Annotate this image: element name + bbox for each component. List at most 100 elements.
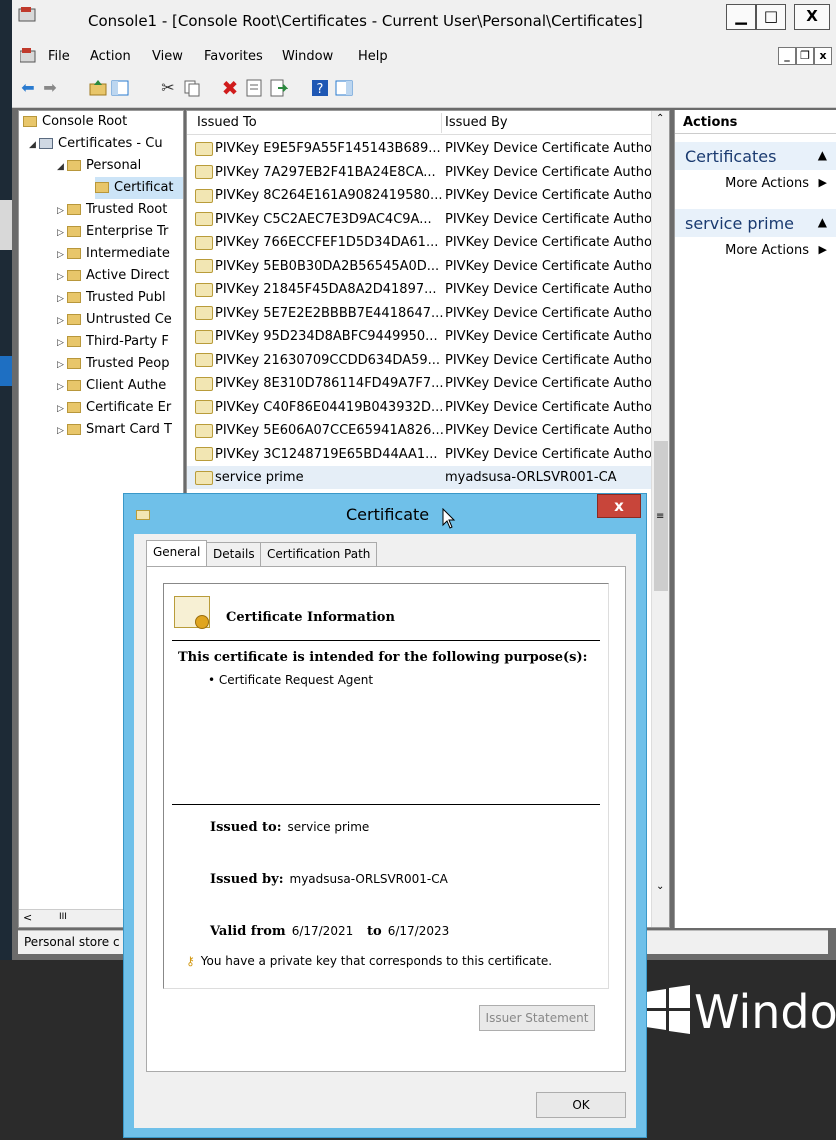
menu-action[interactable]: Action bbox=[90, 49, 131, 64]
list-item[interactable]: PIVKey 7A297EB2F41BA24E8CA... PIVKey Devi… bbox=[187, 161, 653, 184]
list-vertical-scrollbar[interactable]: ⌃ ≡ ⌄ bbox=[651, 111, 669, 927]
more-actions-label: More Actions bbox=[725, 243, 809, 258]
close-button[interactable]: X bbox=[794, 4, 830, 30]
tree-item-certificate-enrollment[interactable]: ▷ Certificate Er bbox=[57, 397, 171, 419]
show-hide-tree-icon[interactable] bbox=[110, 78, 130, 98]
show-action-pane-icon[interactable] bbox=[334, 78, 354, 98]
cut-icon[interactable]: ✂ bbox=[158, 78, 178, 98]
list-item[interactable]: PIVKey 5E606A07CCE65941A826... PIVKey Dev… bbox=[187, 419, 653, 442]
properties-icon[interactable] bbox=[244, 78, 264, 98]
tree-item-console-root[interactable]: Console Root bbox=[23, 111, 127, 133]
copy-icon[interactable] bbox=[182, 78, 202, 98]
collapsed-arrow-icon[interactable]: ▷ bbox=[57, 244, 67, 266]
dialog-close-button[interactable]: x bbox=[597, 494, 641, 518]
help-icon[interactable]: ? bbox=[310, 78, 330, 98]
list-item[interactable]: PIVKey 8C264E161A9082419580... PIVKey Dev… bbox=[187, 184, 653, 207]
tab-details[interactable]: Details bbox=[206, 542, 262, 566]
validity-row: Valid from 6/17/2021 to 6/17/2023 bbox=[210, 924, 449, 939]
tree-item-intermediate[interactable]: ▷ Intermediate bbox=[57, 243, 170, 265]
actions-section-service-prime[interactable]: service prime ▲ bbox=[675, 209, 836, 237]
scroll-thumb-grip[interactable]: III bbox=[59, 912, 67, 922]
more-actions-certificates[interactable]: More Actions ▶ bbox=[675, 172, 836, 196]
tree-item-active-directory[interactable]: ▷ Active Direct bbox=[57, 265, 169, 287]
list-item[interactable]: PIVKey E9E5F9A55F145143B689... PIVKey Dev… bbox=[187, 137, 653, 160]
tree-item-untrusted[interactable]: ▷ Untrusted Ce bbox=[57, 309, 172, 331]
expanded-arrow-icon[interactable]: ◢ bbox=[29, 134, 39, 156]
mdi-minimize-button[interactable]: _ bbox=[778, 47, 796, 65]
list-item[interactable]: PIVKey 21630709CCDD634DA59... PIVKey Devi… bbox=[187, 349, 653, 372]
collapsed-arrow-icon[interactable]: ▷ bbox=[57, 332, 67, 354]
submenu-arrow-icon: ▶ bbox=[818, 243, 827, 256]
tab-general[interactable]: General bbox=[146, 540, 208, 567]
mdi-restore-button[interactable]: ❐ bbox=[796, 47, 814, 65]
tree-item-personal[interactable]: ◢ Personal bbox=[57, 155, 141, 177]
delete-icon[interactable]: ✖ bbox=[220, 78, 240, 98]
list-item[interactable]: PIVKey 5E7E2E2BBBB7E4418647... PIVKey Dev… bbox=[187, 302, 653, 325]
actions-section-title: service prime bbox=[685, 214, 795, 233]
column-issued-to[interactable]: Issued To bbox=[197, 115, 257, 130]
menu-window[interactable]: Window bbox=[282, 49, 333, 64]
tree-item-smart-card[interactable]: ▷ Smart Card T bbox=[57, 419, 172, 441]
collapsed-arrow-icon[interactable]: ▷ bbox=[57, 200, 67, 222]
list-item[interactable]: PIVKey 5EB0B30DA2B56545A0D... PIVKey Devi… bbox=[187, 255, 653, 278]
tab-certification-path[interactable]: Certification Path bbox=[260, 542, 378, 566]
expanded-arrow-icon[interactable]: ◢ bbox=[57, 156, 67, 178]
menu-help[interactable]: Help bbox=[358, 49, 388, 64]
column-separator[interactable] bbox=[441, 113, 442, 133]
tree-item-trusted-root[interactable]: ▷ Trusted Root bbox=[57, 199, 167, 221]
list-item[interactable]: PIVKey 95D234D8ABFC9449950... PIVKey Devi… bbox=[187, 325, 653, 348]
back-arrow-icon[interactable]: ⬅ bbox=[18, 78, 38, 98]
list-item[interactable]: PIVKey 8E310D786114FD49A7F7... PIVKey Dev… bbox=[187, 372, 653, 395]
menu-favorites[interactable]: Favorites bbox=[204, 49, 263, 64]
collapsed-arrow-icon[interactable]: ▷ bbox=[57, 398, 67, 420]
issued-by-value: myadsusa-ORLSVR001-CA bbox=[289, 872, 448, 886]
scroll-down-icon[interactable]: ⌄ bbox=[656, 881, 664, 892]
column-issued-by[interactable]: Issued By bbox=[445, 115, 508, 130]
ok-button[interactable]: OK bbox=[536, 1092, 626, 1118]
tree-item-client-auth[interactable]: ▷ Client Authe bbox=[57, 375, 166, 397]
title-bar[interactable]: Console1 - [Console Root\Certificates - … bbox=[12, 0, 836, 44]
export-list-icon[interactable] bbox=[268, 78, 289, 98]
actions-section-title: Certificates bbox=[685, 147, 777, 166]
tree-item-trusted-publishers[interactable]: ▷ Trusted Publ bbox=[57, 287, 166, 309]
more-actions-service-prime[interactable]: More Actions ▶ bbox=[675, 239, 836, 263]
minimize-button[interactable]: ▁ bbox=[726, 4, 756, 30]
menu-view[interactable]: View bbox=[152, 49, 183, 64]
maximize-button[interactable]: □ bbox=[756, 4, 786, 30]
collapsed-arrow-icon[interactable]: ▷ bbox=[57, 354, 67, 376]
up-folder-icon[interactable] bbox=[88, 78, 108, 98]
list-item[interactable]: PIVKey C5C2AEC7E3D9AC4C9A... PIVKey Devic… bbox=[187, 208, 653, 231]
tree-item-certificates[interactable]: ◢ Certificates - Cu bbox=[29, 133, 163, 155]
collapsed-arrow-icon[interactable]: ▷ bbox=[57, 266, 67, 288]
list-item[interactable]: PIVKey 21845F45DA8A2D41897... PIVKey Devi… bbox=[187, 278, 653, 301]
tree-item-enterprise-trust[interactable]: ▷ Enterprise Tr bbox=[57, 221, 168, 243]
collapsed-arrow-icon[interactable]: ▷ bbox=[57, 310, 67, 332]
collapsed-arrow-icon[interactable]: ▷ bbox=[57, 288, 67, 310]
tree-item-trusted-people[interactable]: ▷ Trusted Peop bbox=[57, 353, 169, 375]
actions-section-certificates[interactable]: Certificates ▲ bbox=[675, 142, 836, 170]
list-item[interactable]: PIVKey 3C1248719E65BD44AA1... PIVKey Devi… bbox=[187, 443, 653, 466]
list-header: Issued To Issued By bbox=[187, 111, 653, 135]
collapse-arrow-icon[interactable]: ▲ bbox=[818, 148, 827, 162]
dialog-title-bar[interactable]: Certificate x bbox=[124, 494, 646, 534]
tree-item-certificates-folder[interactable]: Certificat bbox=[95, 177, 183, 199]
mdi-close-button[interactable]: x bbox=[814, 47, 832, 65]
collapse-arrow-icon[interactable]: ▲ bbox=[818, 215, 827, 229]
list-item[interactable]: service prime myadsusa-ORLSVR001-CA bbox=[187, 466, 653, 489]
issuer-statement-button[interactable]: Issuer Statement bbox=[479, 1005, 595, 1031]
submenu-arrow-icon: ▶ bbox=[818, 176, 827, 189]
collapsed-arrow-icon[interactable]: ▷ bbox=[57, 420, 67, 442]
collapsed-arrow-icon[interactable]: ▷ bbox=[57, 376, 67, 398]
tree-item-label: Trusted Root bbox=[86, 202, 168, 217]
tree-item-third-party[interactable]: ▷ Third-Party F bbox=[57, 331, 169, 353]
folder-icon bbox=[67, 402, 81, 413]
scroll-left-icon[interactable]: < bbox=[23, 911, 32, 924]
list-item[interactable]: PIVKey 766ECCFEF1D5D34DA61... PIVKey Devi… bbox=[187, 231, 653, 254]
private-key-note: ⚷ You have a private key that corresponds… bbox=[186, 954, 552, 968]
scroll-up-icon[interactable]: ⌃ bbox=[656, 113, 664, 124]
menu-file[interactable]: File bbox=[48, 49, 70, 64]
console-icon[interactable] bbox=[19, 48, 36, 64]
forward-arrow-icon[interactable]: ➡ bbox=[40, 78, 60, 98]
list-item[interactable]: PIVKey C40F86E04419B043932D... PIVKey Dev… bbox=[187, 396, 653, 419]
collapsed-arrow-icon[interactable]: ▷ bbox=[57, 222, 67, 244]
